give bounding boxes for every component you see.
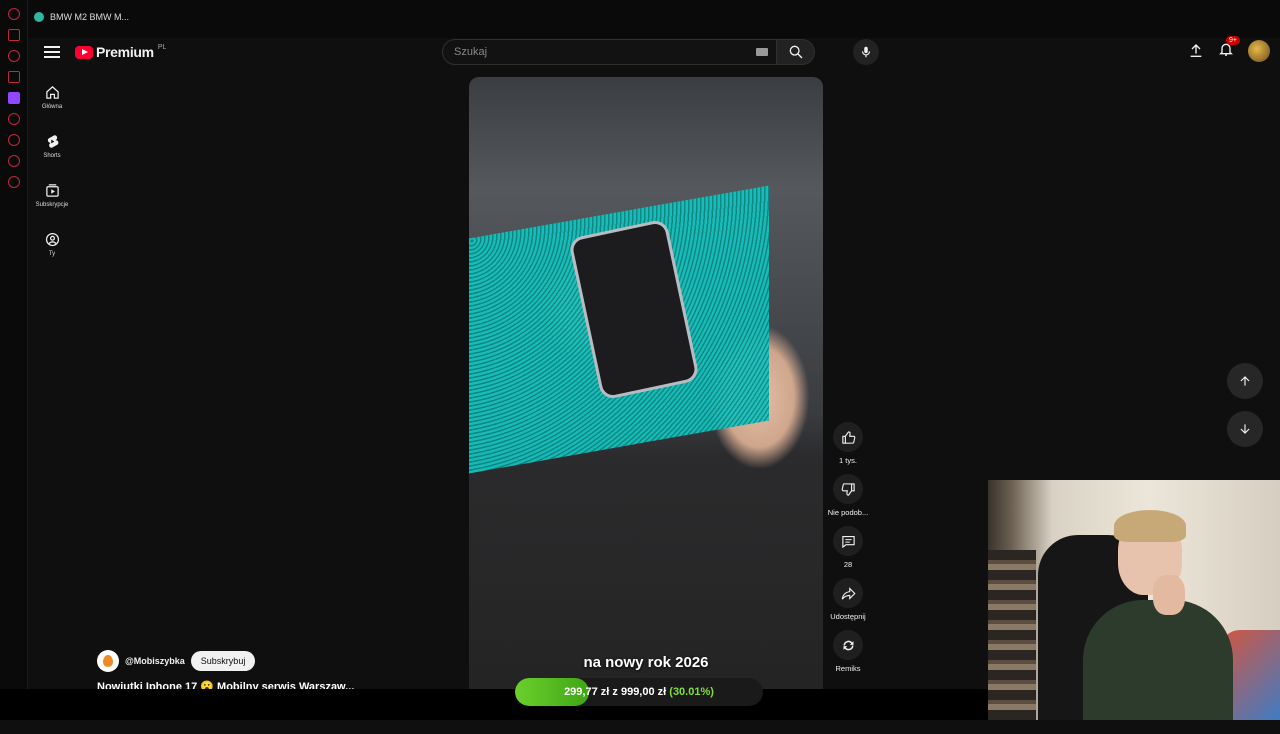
- next-video-button[interactable]: [1227, 411, 1263, 447]
- browser-bag-icon[interactable]: [7, 29, 20, 41]
- search-button[interactable]: [777, 39, 815, 65]
- video-title[interactable]: Nowiutki Iphone 17 😮 Mobilny serwis Wars…: [97, 680, 397, 689]
- subscribe-button[interactable]: Subskrybuj: [190, 651, 256, 671]
- sidebar-item-home[interactable]: Główna: [28, 78, 76, 127]
- browser-clock-icon[interactable]: [7, 134, 20, 146]
- search-box: [442, 39, 777, 65]
- keyboard-icon[interactable]: [756, 48, 768, 56]
- sidebar-item-label: Główna: [41, 104, 63, 110]
- notifications-badge: 9+: [1226, 35, 1240, 45]
- sidebar-item-shorts[interactable]: Shorts: [28, 127, 76, 176]
- twitch-icon[interactable]: [7, 92, 20, 104]
- arrow-down-icon: [1240, 424, 1250, 434]
- sidebar: Główna Shorts Subskrypcje Ty: [28, 78, 76, 274]
- donation-raised: 299,77 zł: [564, 686, 610, 698]
- dislike-label: Nie podob...: [827, 508, 869, 517]
- home-icon: [45, 86, 59, 99]
- share-button[interactable]: Udostępnij: [826, 578, 870, 630]
- shorts-icon: [47, 135, 58, 148]
- subscriptions-icon: [45, 184, 59, 197]
- browser-extension-icon[interactable]: [7, 155, 20, 167]
- browser-settings-icon[interactable]: [7, 176, 20, 188]
- shorts-actions: 1 tys. Nie podob... 28 Udostępnij Remiks: [826, 422, 870, 734]
- sidebar-item-subscriptions[interactable]: Subskrypcje: [28, 176, 76, 225]
- webcam-shelf: [988, 550, 1036, 720]
- remix-button[interactable]: Remiks: [826, 630, 870, 682]
- channel-info: @Mobiszybka Subskrybuj: [97, 650, 256, 672]
- webcam-overlay: [988, 480, 1280, 720]
- channel-handle[interactable]: @Mobiszybka: [125, 656, 185, 666]
- sidebar-item-you[interactable]: Ty: [28, 225, 76, 274]
- tab-title: BMW M2 BMW M...: [50, 12, 129, 22]
- microphone-icon: [861, 46, 871, 58]
- webcam-person-body: [1083, 600, 1233, 720]
- donation-separator: z: [612, 686, 618, 698]
- previous-video-button[interactable]: [1227, 363, 1263, 399]
- browser-history-icon[interactable]: [7, 8, 20, 20]
- channel-avatar[interactable]: [97, 650, 119, 672]
- search-icon: [789, 45, 802, 59]
- thumbs-down-icon: [841, 482, 855, 496]
- share-icon: [841, 586, 856, 600]
- browser-messenger-icon[interactable]: [7, 71, 20, 83]
- upload-icon[interactable]: [1188, 43, 1204, 59]
- voice-search-button[interactable]: [853, 39, 879, 65]
- search-input[interactable]: [443, 40, 776, 64]
- browser-vk-icon[interactable]: [7, 113, 20, 125]
- remix-icon: [843, 640, 853, 650]
- you-icon: [45, 232, 59, 247]
- thumbs-up-icon: [841, 430, 855, 444]
- comments-count: 28: [843, 560, 853, 569]
- youtube-play-icon: [75, 45, 93, 59]
- comment-icon: [841, 535, 855, 548]
- sidebar-item-label: Ty: [48, 251, 56, 257]
- shorts-video-player[interactable]: na nowy rok 2026: [469, 77, 823, 689]
- sidebar-item-label: Subskrypcje: [35, 202, 69, 208]
- logo-text: Premium: [96, 44, 154, 60]
- menu-icon[interactable]: [44, 44, 60, 60]
- dislike-button[interactable]: Nie podob...: [826, 474, 870, 526]
- tab-active[interactable]: BMW M2 BMW M...: [34, 12, 129, 22]
- donation-text: 299,77 zł z 999,00 zł (30.01%): [564, 686, 714, 698]
- like-button[interactable]: 1 tys.: [826, 422, 870, 474]
- video-caption: na nowy rok 2026: [583, 654, 709, 671]
- donation-goal: 999,00 zł: [620, 686, 667, 698]
- like-count: 1 tys.: [839, 456, 857, 465]
- browser-gamepad-icon[interactable]: [7, 50, 20, 62]
- sidebar-item-label: Shorts: [43, 153, 61, 159]
- notifications-button[interactable]: 9+: [1218, 35, 1240, 62]
- tab-bar: BMW M2 BMW M...: [28, 0, 1280, 38]
- share-label: Udostępnij: [830, 612, 866, 621]
- tab-favicon-icon: [34, 12, 44, 22]
- webcam-person-hand: [1153, 575, 1185, 615]
- remix-label: Remiks: [835, 664, 861, 673]
- arrow-up-icon: [1240, 376, 1250, 386]
- logo-region: PL: [157, 43, 167, 51]
- browser-sidebar: [0, 0, 28, 720]
- youtube-premium-logo[interactable]: Premium PL: [75, 44, 166, 60]
- donation-goal-bar: 299,77 zł z 999,00 zł (30.01%): [515, 678, 763, 706]
- top-header: Premium PL 9+: [28, 35, 1280, 68]
- avatar[interactable]: [1248, 40, 1270, 62]
- header-actions: 9+: [1188, 35, 1270, 62]
- comments-button[interactable]: 28: [826, 526, 870, 578]
- webcam-person-hair: [1114, 510, 1186, 542]
- video-title-text: Nowiutki Iphone 17 😮 Mobilny serwis Wars…: [97, 681, 355, 689]
- donation-percent: (30.01%): [669, 686, 714, 698]
